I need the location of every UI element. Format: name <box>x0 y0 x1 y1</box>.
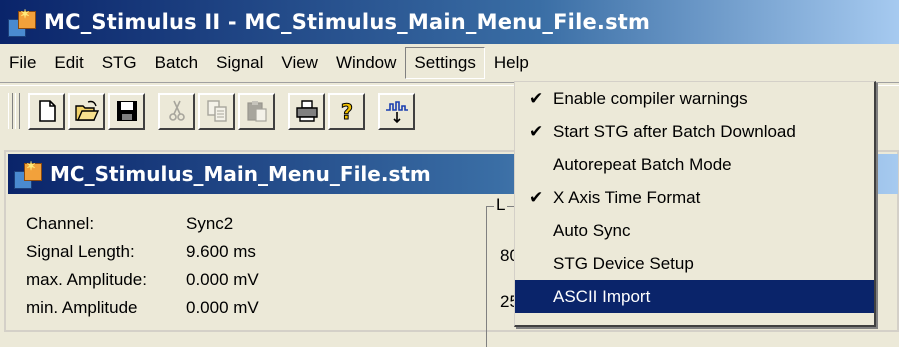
menu-signal[interactable]: Signal <box>207 48 272 78</box>
cut-scissors-icon <box>168 100 185 121</box>
menu-bar: File Edit STG Batch Signal View Window S… <box>0 44 899 82</box>
menu-stg[interactable]: STG <box>93 48 146 78</box>
menu-item-label: Autorepeat Batch Mode <box>553 155 732 174</box>
document-icon: ✶ <box>14 159 44 189</box>
print-button[interactable] <box>288 92 325 130</box>
new-file-button[interactable] <box>28 92 65 130</box>
menu-settings[interactable]: Settings <box>405 47 485 79</box>
info-value: Sync2 <box>186 214 234 233</box>
menu-item-label: X Axis Time Format <box>553 188 701 207</box>
checkmark-icon: ✔ <box>529 89 544 108</box>
menu-item-enable-compiler-warnings[interactable]: ✔ Enable compiler warnings <box>515 82 874 115</box>
checkmark-icon: ✔ <box>529 122 544 141</box>
paste-button[interactable] <box>238 92 275 130</box>
info-value: 0.000 mV <box>186 298 259 317</box>
help-question-icon: ? <box>340 100 353 125</box>
menu-item-label: ASCII Import <box>553 287 651 306</box>
open-folder-icon <box>74 100 99 121</box>
info-row-max-amplitude: max. Amplitude: 0.000 mV <box>26 266 259 294</box>
toolbar-grip-2[interactable] <box>15 93 20 129</box>
menu-item-auto-sync[interactable]: Auto Sync <box>515 214 874 247</box>
cut-button[interactable] <box>158 92 195 130</box>
document-title: MC_Stimulus_Main_Menu_File.stm <box>50 162 431 186</box>
menu-item-start-stg-after-batch-download[interactable]: ✔ Start STG after Batch Download <box>515 115 874 148</box>
app-icon: ✶ <box>8 7 38 37</box>
print-icon <box>295 100 318 122</box>
info-label: min. Amplitude <box>26 298 138 317</box>
info-row-channel: Channel: Sync2 <box>26 210 259 238</box>
info-row-min-amplitude: min. Amplitude 0.000 mV <box>26 294 259 322</box>
svg-text:?: ? <box>340 100 352 124</box>
info-value: 9.600 ms <box>186 242 256 261</box>
menu-help[interactable]: Help <box>485 48 538 78</box>
menu-item-label: Auto Sync <box>553 221 631 240</box>
menu-item-x-axis-time-format[interactable]: ✔ X Axis Time Format <box>515 181 874 214</box>
menu-window[interactable]: Window <box>327 48 405 78</box>
settings-dropdown-menu: ✔ Enable compiler warnings ✔ Start STG a… <box>514 81 876 327</box>
menu-item-stg-device-setup[interactable]: STG Device Setup <box>515 247 874 280</box>
info-row-signal-length: Signal Length: 9.600 ms <box>26 238 259 266</box>
save-disk-icon <box>116 101 137 121</box>
signal-info-panel: Channel: Sync2 Signal Length: 9.600 ms m… <box>26 210 259 322</box>
menu-item-label: Start STG after Batch Download <box>553 122 796 141</box>
help-button[interactable]: ? <box>328 92 365 130</box>
info-value: 0.000 mV <box>186 270 259 289</box>
menu-item-autorepeat-batch-mode[interactable]: Autorepeat Batch Mode <box>515 148 874 181</box>
save-button[interactable] <box>108 92 145 130</box>
paste-icon <box>246 101 267 122</box>
groupbox-label: L <box>494 195 508 215</box>
menu-item-ascii-import[interactable]: ASCII Import <box>515 280 874 313</box>
menu-item-label: STG Device Setup <box>553 254 694 273</box>
copy-icon <box>206 100 227 122</box>
info-label: max. Amplitude: <box>26 270 147 289</box>
copy-button[interactable] <box>198 92 235 130</box>
main-title-bar[interactable]: ✶ MC_Stimulus II - MC_Stimulus_Main_Menu… <box>0 0 899 44</box>
menu-view[interactable]: View <box>272 48 327 78</box>
menu-edit[interactable]: Edit <box>45 48 92 78</box>
info-label: Channel: <box>26 214 95 233</box>
menu-item-label: Enable compiler warnings <box>553 89 748 108</box>
menu-batch[interactable]: Batch <box>146 48 207 78</box>
open-button[interactable] <box>68 92 105 130</box>
signal-icon <box>385 101 408 124</box>
toolbar-grip[interactable] <box>8 93 13 129</box>
signal-button[interactable] <box>378 92 415 130</box>
info-label: Signal Length: <box>26 242 135 261</box>
window-title: MC_Stimulus II - MC_Stimulus_Main_Menu_F… <box>44 10 651 34</box>
new-file-icon <box>38 100 56 122</box>
checkmark-icon: ✔ <box>529 188 544 207</box>
menu-file[interactable]: File <box>0 48 45 78</box>
